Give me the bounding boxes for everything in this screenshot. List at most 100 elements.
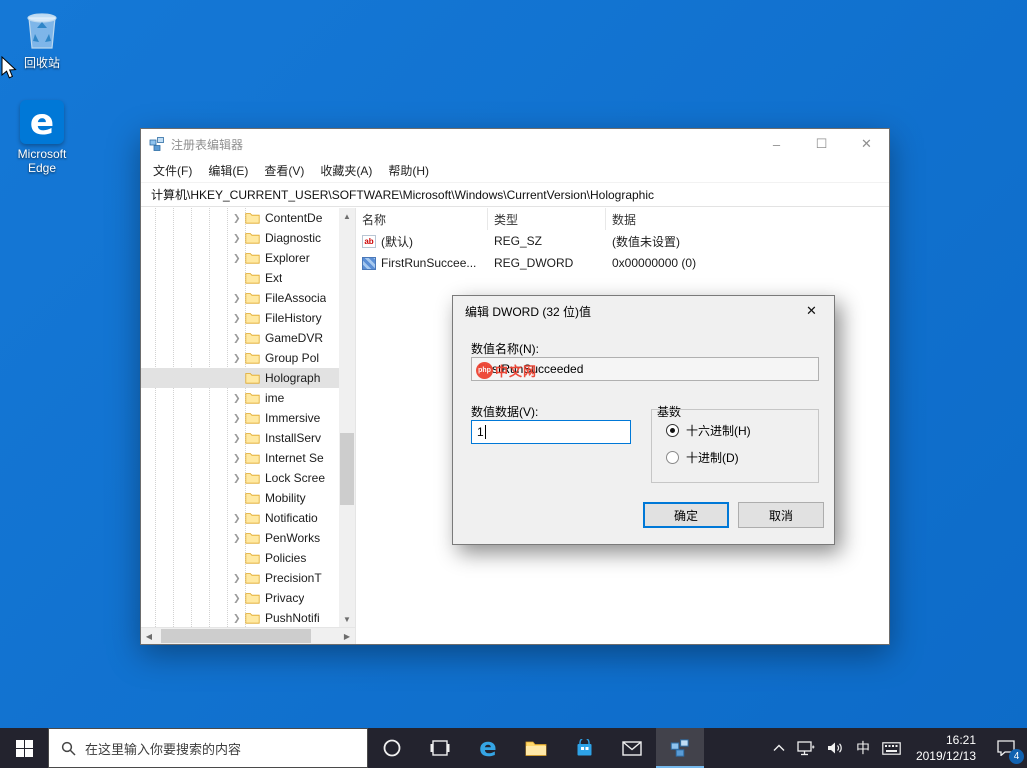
- task-view-button[interactable]: [416, 728, 464, 768]
- chevron-right-icon[interactable]: ❯: [233, 233, 245, 244]
- maximize-button[interactable]: ☐: [799, 129, 844, 159]
- edge-desktop-icon[interactable]: e Microsoft Edge: [10, 100, 74, 176]
- chevron-right-icon[interactable]: ❯: [233, 453, 245, 464]
- recycle-bin-icon[interactable]: 回收站: [10, 8, 74, 70]
- chevron-right-icon[interactable]: ❯: [233, 353, 245, 364]
- tree-item-mobility[interactable]: Mobility: [141, 488, 355, 508]
- scroll-down-icon[interactable]: ▼: [339, 611, 355, 627]
- tree-item-lock-scree[interactable]: ❯ Lock Scree: [141, 468, 355, 488]
- chevron-right-icon[interactable]: ❯: [233, 313, 245, 324]
- column-header-data[interactable]: 数据: [606, 208, 889, 230]
- chevron-right-icon[interactable]: ❯: [233, 593, 245, 604]
- chevron-right-icon[interactable]: ❯: [233, 413, 245, 424]
- string-value-icon: ab: [362, 234, 376, 248]
- registry-editor-taskbar-button[interactable]: [656, 728, 704, 768]
- tray-overflow-button[interactable]: [767, 728, 791, 768]
- clock[interactable]: 16:21 2019/12/13: [907, 728, 985, 768]
- speaker-icon: [827, 742, 842, 754]
- minimize-button[interactable]: –: [754, 129, 799, 159]
- menu-item[interactable]: 文件(F): [145, 162, 200, 179]
- chevron-right-icon[interactable]: ❯: [233, 613, 245, 624]
- chevron-right-icon[interactable]: ❯: [233, 513, 245, 524]
- column-header-type[interactable]: 类型: [488, 208, 606, 230]
- cancel-button[interactable]: 取消: [738, 502, 824, 528]
- radio-unchecked-icon[interactable]: [666, 451, 679, 464]
- edge-taskbar-button[interactable]: e: [464, 728, 512, 768]
- column-header-name[interactable]: 名称: [356, 208, 488, 230]
- folder-icon: [245, 232, 260, 244]
- chevron-up-icon: [773, 744, 785, 751]
- vertical-scroll-thumb[interactable]: [340, 433, 354, 505]
- tree-item-policies[interactable]: Policies: [141, 548, 355, 568]
- tree-horizontal-scrollbar[interactable]: ◀ ▶: [141, 627, 355, 644]
- tree-item-internet-se[interactable]: ❯ Internet Se: [141, 448, 355, 468]
- close-button[interactable]: ✕: [844, 129, 889, 159]
- folder-icon: [245, 372, 260, 384]
- ok-button[interactable]: 确定: [643, 502, 729, 528]
- value-data-input[interactable]: 1: [471, 420, 631, 444]
- tree-item-privacy[interactable]: ❯ Privacy: [141, 588, 355, 608]
- chevron-right-icon[interactable]: ❯: [233, 393, 245, 404]
- mail-button[interactable]: [608, 728, 656, 768]
- chevron-right-icon[interactable]: ❯: [233, 573, 245, 584]
- scroll-right-icon[interactable]: ▶: [339, 628, 355, 644]
- tree-item-precisiont[interactable]: ❯ PrecisionT: [141, 568, 355, 588]
- tree-item-diagnostic[interactable]: ❯ Diagnostic: [141, 228, 355, 248]
- tree-item-filehistory[interactable]: ❯ FileHistory: [141, 308, 355, 328]
- menu-item[interactable]: 帮助(H): [380, 162, 437, 179]
- action-center-button[interactable]: 4: [985, 728, 1027, 768]
- chevron-right-icon[interactable]: ❯: [233, 213, 245, 224]
- tree-item-label: Holograph: [265, 371, 321, 385]
- tree-item-fileassocia[interactable]: ❯ FileAssocia: [141, 288, 355, 308]
- tree-vertical-scrollbar[interactable]: ▲ ▼: [339, 208, 355, 627]
- folder-icon: [245, 572, 260, 584]
- chevron-right-icon[interactable]: ❯: [233, 433, 245, 444]
- hexadecimal-radio[interactable]: 十六进制(H): [666, 422, 751, 439]
- chevron-right-icon[interactable]: ❯: [233, 533, 245, 544]
- tree-item-ext[interactable]: Ext: [141, 268, 355, 288]
- tree-item-ime[interactable]: ❯ ime: [141, 388, 355, 408]
- dialog-close-icon[interactable]: ✕: [789, 296, 834, 326]
- menu-item[interactable]: 收藏夹(A): [312, 162, 380, 179]
- touch-keyboard-button[interactable]: [876, 728, 907, 768]
- decimal-radio[interactable]: 十进制(D): [666, 449, 739, 466]
- tree-item-holograph[interactable]: Holograph: [141, 368, 355, 388]
- network-tray-button[interactable]: [791, 728, 821, 768]
- scroll-up-icon[interactable]: ▲: [339, 208, 355, 224]
- tree-item-installserv[interactable]: ❯ InstallServ: [141, 428, 355, 448]
- menu-item[interactable]: 查看(V): [256, 162, 312, 179]
- addressbar: 计算机\HKEY_CURRENT_USER\SOFTWARE\Microsoft…: [141, 183, 889, 207]
- folder-icon: [245, 412, 260, 424]
- value-row[interactable]: ab (默认) REG_SZ (数值未设置): [356, 230, 889, 252]
- store-button[interactable]: [560, 728, 608, 768]
- tree-item-immersive[interactable]: ❯ Immersive: [141, 408, 355, 428]
- tree-item-group-pol[interactable]: ❯ Group Pol: [141, 348, 355, 368]
- titlebar[interactable]: 注册表编辑器 – ☐ ✕: [141, 129, 889, 159]
- tree-item-gamedvr[interactable]: ❯ GameDVR: [141, 328, 355, 348]
- address-field[interactable]: 计算机\HKEY_CURRENT_USER\SOFTWARE\Microsoft…: [143, 185, 887, 205]
- tree-item-pushnotifi[interactable]: ❯ PushNotifi: [141, 608, 355, 628]
- tree-item-contentde[interactable]: ❯ ContentDe: [141, 208, 355, 228]
- cortana-button[interactable]: [368, 728, 416, 768]
- horizontal-scroll-thumb[interactable]: [161, 629, 311, 643]
- tree-item-explorer[interactable]: ❯ Explorer: [141, 248, 355, 268]
- taskbar-search-box[interactable]: 在这里输入你要搜索的内容: [48, 728, 368, 768]
- start-button[interactable]: [0, 728, 48, 768]
- tree-item-label: PrecisionT: [265, 571, 322, 585]
- tree-item-penworks[interactable]: ❯ PenWorks: [141, 528, 355, 548]
- chevron-right-icon[interactable]: ❯: [233, 253, 245, 264]
- tree-item-label: FileAssocia: [265, 291, 327, 305]
- folder-icon: [245, 512, 260, 524]
- chevron-right-icon[interactable]: ❯: [233, 293, 245, 304]
- chevron-right-icon[interactable]: ❯: [233, 473, 245, 484]
- file-explorer-button[interactable]: [512, 728, 560, 768]
- value-row[interactable]: 01 FirstRunSuccee... REG_DWORD 0x0000000…: [356, 252, 889, 274]
- tree-item-notificatio[interactable]: ❯ Notificatio: [141, 508, 355, 528]
- volume-tray-button[interactable]: [821, 728, 850, 768]
- scroll-left-icon[interactable]: ◀: [141, 628, 157, 644]
- chevron-right-icon[interactable]: ❯: [233, 333, 245, 344]
- radio-checked-icon[interactable]: [666, 424, 679, 437]
- value-name-field[interactable]: FirstRunSucceeded php 中文网: [471, 357, 819, 381]
- ime-indicator[interactable]: 中: [850, 728, 876, 768]
- menu-item[interactable]: 编辑(E): [200, 162, 256, 179]
